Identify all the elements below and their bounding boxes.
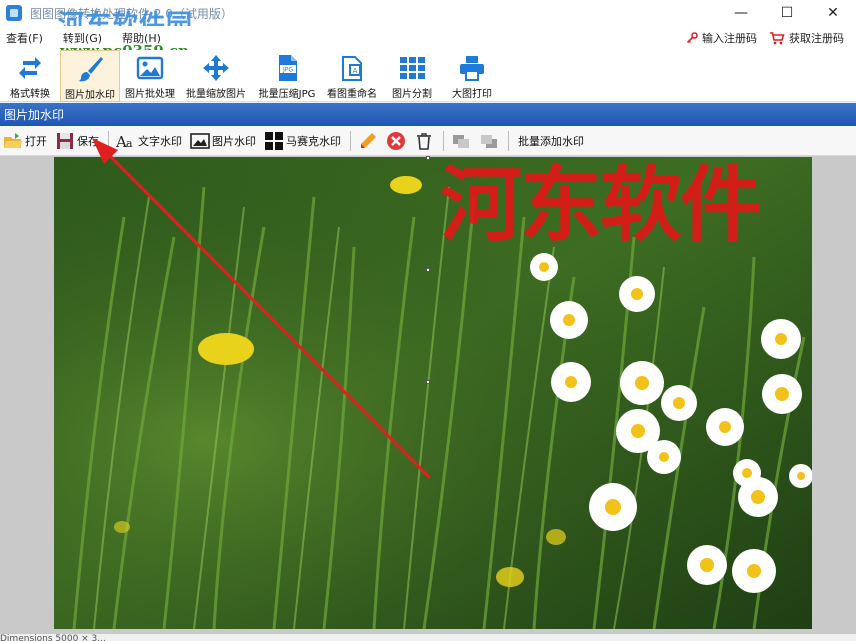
picture-icon <box>136 56 164 80</box>
image-canvas[interactable]: 河东软件 <box>0 138 856 634</box>
tool-label: 批量压缩JPG <box>258 89 316 100</box>
svg-text:A: A <box>353 67 358 75</box>
status-bar: Dimensions 5000 × 3... <box>0 634 856 641</box>
tool-image-split[interactable]: 图片分割 <box>382 50 442 102</box>
tool-rename[interactable]: A 看图重命名 <box>322 50 382 102</box>
close-button[interactable]: ✕ <box>810 0 856 26</box>
tool-label: 格式转换 <box>10 89 50 100</box>
app-icon <box>6 5 22 21</box>
get-register-code-link[interactable]: 获取注册码 <box>769 30 844 46</box>
minimize-button[interactable]: — <box>718 0 764 26</box>
grid-icon <box>400 57 425 79</box>
tool-batch-compress-jpg[interactable]: JPG 批量压缩JPG <box>252 50 322 102</box>
tool-large-print[interactable]: 大图打印 <box>442 50 502 102</box>
get-register-code-label: 获取注册码 <box>789 32 844 45</box>
section-title: 图片加水印 <box>0 103 856 126</box>
maximize-button[interactable]: ☐ <box>764 0 810 26</box>
printer-icon <box>460 56 484 81</box>
main-toolbar: 格式转换 图片加水印 图片批处理 批量缩放图片 JPG 批量压缩JPG A 看图… <box>0 50 856 102</box>
key-icon <box>686 32 698 44</box>
tool-label: 大图打印 <box>452 89 492 100</box>
tool-label: 图片批处理 <box>125 89 175 100</box>
tool-label: 图片分割 <box>392 89 432 100</box>
enter-register-code-label: 输入注册码 <box>702 32 757 45</box>
title-bar: 图图图像转换处理软件 2.0（试用版） 河东软件园 — ☐ ✕ <box>0 0 856 40</box>
brush-icon <box>78 57 103 82</box>
svg-text:JPG: JPG <box>282 67 293 74</box>
tool-batch-resize[interactable]: 批量缩放图片 <box>180 50 252 102</box>
move-arrows-icon <box>203 55 229 81</box>
tool-format-convert[interactable]: 格式转换 <box>0 50 60 102</box>
menu-view[interactable]: 查看(F) <box>0 30 53 46</box>
rename-icon: A <box>342 56 362 81</box>
enter-register-code-link[interactable]: 输入注册码 <box>686 30 757 46</box>
convert-icon <box>19 57 41 79</box>
tool-label: 看图重命名 <box>327 89 377 100</box>
tool-batch-process[interactable]: 图片批处理 <box>120 50 180 102</box>
tool-label: 图片加水印 <box>65 90 115 101</box>
tool-label: 批量缩放图片 <box>186 89 246 100</box>
annotation-arrow <box>92 138 432 480</box>
tool-image-watermark[interactable]: 图片加水印 <box>60 50 120 102</box>
jpg-file-icon: JPG <box>279 55 297 81</box>
cart-icon <box>770 31 785 44</box>
